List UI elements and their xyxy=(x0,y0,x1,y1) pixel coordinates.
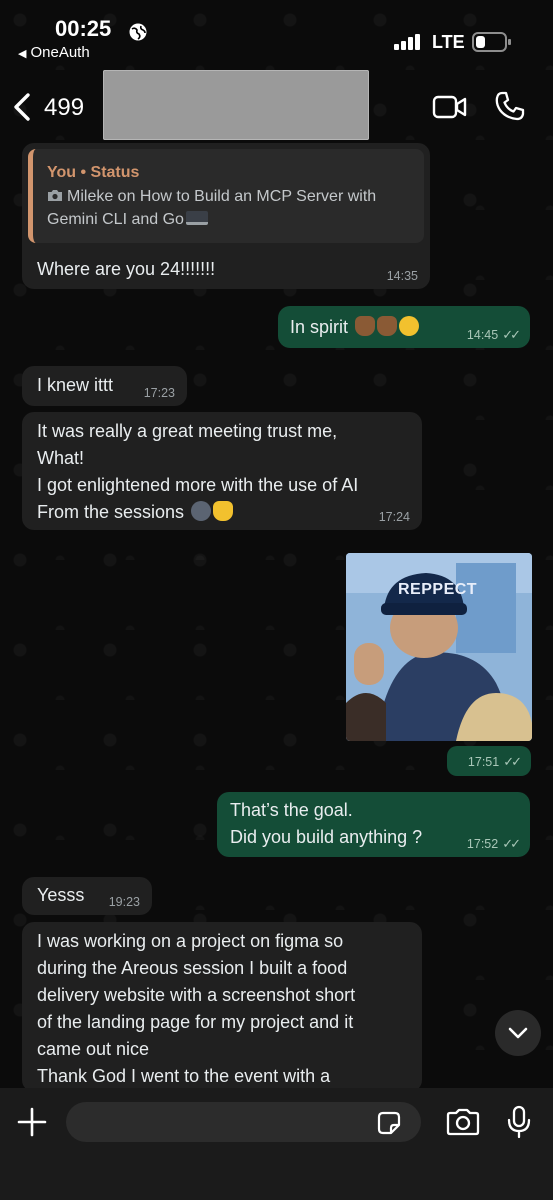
chevron-down-icon xyxy=(508,1027,528,1039)
quote-sender: You • Status xyxy=(47,164,140,181)
quote-text-block: Mileke on How to Build an MCP Server wit… xyxy=(47,185,417,231)
image-message-footer: 17:51 ✓✓ xyxy=(447,746,531,776)
composer-bar xyxy=(0,1088,553,1200)
message-time-wrap: 17:51 ✓✓ xyxy=(467,754,522,770)
video-icon[interactable] xyxy=(432,94,468,120)
message-line: From the sessions xyxy=(37,502,185,522)
message-time: 17:52 xyxy=(466,837,499,851)
signal-icon xyxy=(394,34,420,50)
laughing-emoji xyxy=(399,316,420,336)
chat-header: 499 xyxy=(0,70,553,146)
message-time: 17:24 xyxy=(378,510,410,524)
unread-count[interactable]: 499 xyxy=(44,94,84,122)
status-bar: 00:25 ◀ OneAuth LTE xyxy=(0,0,553,70)
message-text: In spirit xyxy=(290,317,349,337)
quoted-status[interactable]: You • Status Mileke on How to Build an M… xyxy=(28,149,424,243)
clock: 00:25 xyxy=(55,16,112,41)
message-time: 17:51 xyxy=(467,755,500,769)
phone-icon[interactable] xyxy=(494,90,526,122)
mic-icon[interactable] xyxy=(506,1105,532,1139)
message-time: 14:35 xyxy=(386,269,418,283)
back-chevron-icon[interactable] xyxy=(12,92,32,122)
read-ticks-icon: ✓✓ xyxy=(502,327,521,342)
read-ticks-icon: ✓✓ xyxy=(502,836,521,851)
sticker-icon[interactable] xyxy=(376,1110,402,1136)
scroll-to-bottom-button[interactable] xyxy=(495,1010,541,1056)
message-time-wrap: 14:45 ✓✓ xyxy=(466,327,521,343)
laptop-emoji xyxy=(185,211,208,225)
message-time: 14:45 xyxy=(466,328,499,342)
message-line: I was working on a project on figma so xyxy=(37,931,344,951)
message-incoming[interactable]: I knew ittt 17:23 xyxy=(22,366,187,406)
message-last-line: From the sessions xyxy=(37,499,234,526)
back-app-label: OneAuth xyxy=(30,44,90,61)
message-text: I knew ittt xyxy=(37,375,114,395)
image-cap-text: REPPECT xyxy=(398,581,478,598)
message-line: What! xyxy=(37,448,85,468)
message-line: of the landing page for my project and i… xyxy=(37,1012,354,1032)
back-to-app-link[interactable]: ◀ OneAuth xyxy=(18,44,90,61)
message-line: It was really a great meeting trust me, xyxy=(37,421,338,441)
message-body: In spirit xyxy=(290,314,420,341)
message-incoming[interactable]: It was really a great meeting trust me, … xyxy=(22,412,422,530)
message-time-wrap: 17:52 ✓✓ xyxy=(466,836,521,852)
message-outgoing[interactable]: In spirit 14:45 ✓✓ xyxy=(278,306,530,348)
message-incoming[interactable]: Yesss 19:23 xyxy=(22,877,152,915)
message-outgoing[interactable]: That’s the goal. Did you build anything … xyxy=(217,792,530,857)
message-text: Yesss xyxy=(37,885,85,905)
message-line: came out nice xyxy=(37,1039,150,1059)
contact-name-redacted[interactable] xyxy=(103,70,369,140)
read-ticks-icon: ✓✓ xyxy=(503,754,522,769)
camera-icon[interactable] xyxy=(446,1108,480,1136)
message-time: 19:23 xyxy=(108,895,140,909)
new-moon-emoji xyxy=(191,501,212,521)
message-line: That’s the goal. xyxy=(230,800,353,820)
message-line: during the Areous session I built a food xyxy=(37,958,348,978)
open-hands-emoji xyxy=(213,501,234,521)
message-input[interactable] xyxy=(66,1102,421,1142)
praying-hands-emoji xyxy=(377,316,398,336)
message-line: delivery website with a screenshot short xyxy=(37,985,356,1005)
praying-hands-emoji xyxy=(355,316,376,336)
message-incoming-reply[interactable]: You • Status Mileke on How to Build an M… xyxy=(22,143,430,289)
globe-icon xyxy=(129,23,147,41)
battery-icon xyxy=(472,32,511,52)
message-incoming[interactable]: I was working on a project on figma so d… xyxy=(22,922,422,1092)
message-time: 17:23 xyxy=(143,386,175,400)
message-line: I got enlightened more with the use of A… xyxy=(37,475,359,495)
message-text: Where are you 24!!!!!!! xyxy=(37,259,216,279)
quote-text: Mileke on How to Build an MCP Server wit… xyxy=(47,188,377,228)
image-message[interactable]: REPPECT xyxy=(346,553,532,741)
message-line: Did you build anything ? xyxy=(230,827,423,847)
plus-icon[interactable] xyxy=(16,1106,48,1138)
message-line: Thank God I went to the event with a xyxy=(37,1066,331,1086)
camera-small-icon xyxy=(48,190,62,201)
network-type: LTE xyxy=(432,32,465,52)
